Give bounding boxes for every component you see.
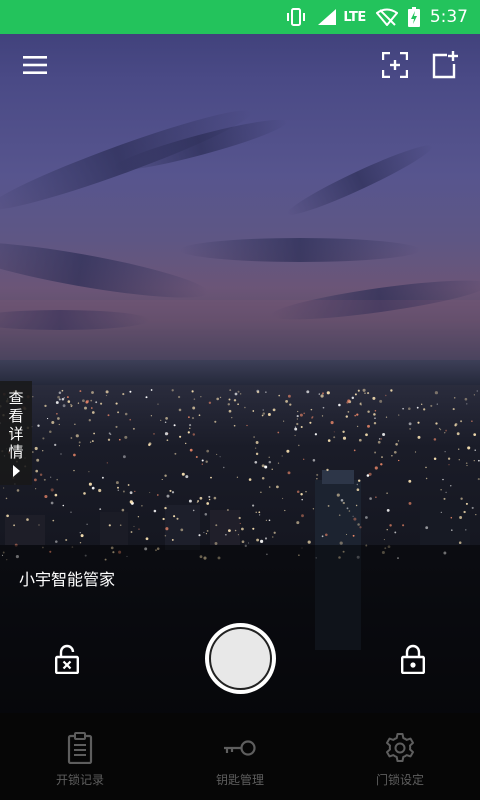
clipboard-icon — [67, 731, 93, 765]
lock-icon — [401, 644, 425, 674]
bottom-navigation: 开锁记录 钥匙管理 门锁设定 — [0, 713, 480, 800]
add-device-icon — [432, 51, 458, 79]
signal-icon — [317, 8, 337, 26]
add-device-button[interactable] — [428, 48, 462, 82]
battery-charging-icon — [407, 7, 420, 27]
app-screen: LTE 5:37 查看详情 小宇智能管家 开锁记录 钥匙管理 门锁设定 — [0, 0, 480, 800]
nav-key-management[interactable]: 钥匙管理 — [160, 713, 320, 800]
capture-button-inner — [209, 627, 272, 690]
clock-time: 5:37 — [429, 7, 468, 27]
nav-unlock-records[interactable]: 开锁记录 — [0, 713, 160, 800]
view-details-tab[interactable]: 查看详情 — [0, 381, 32, 485]
device-name: 小宇智能管家 — [19, 570, 116, 589]
unlock-button[interactable] — [52, 642, 82, 676]
capture-button[interactable] — [205, 623, 276, 694]
menu-button[interactable] — [18, 48, 52, 82]
scan-add-icon — [382, 52, 408, 78]
key-icon — [223, 731, 257, 765]
nav-label-lock-settings: 门锁设定 — [375, 773, 424, 787]
status-bar: LTE 5:37 — [0, 0, 480, 34]
gear-icon — [384, 731, 416, 765]
nav-lock-settings[interactable]: 门锁设定 — [320, 713, 480, 800]
view-details-label: 查看详情 — [8, 389, 24, 461]
network-type-label: LTE — [343, 9, 366, 25]
unlock-icon — [55, 644, 79, 674]
nav-label-key-management: 钥匙管理 — [215, 773, 264, 787]
expand-arrow-icon — [12, 465, 20, 477]
top-action-bar — [0, 34, 480, 96]
hamburger-menu-icon — [23, 56, 47, 74]
vibrate-icon — [285, 8, 307, 26]
lock-button[interactable] — [398, 642, 428, 676]
scan-button[interactable] — [378, 48, 412, 82]
wifi-off-icon — [375, 8, 398, 26]
nav-label-unlock-records: 开锁记录 — [55, 773, 104, 787]
